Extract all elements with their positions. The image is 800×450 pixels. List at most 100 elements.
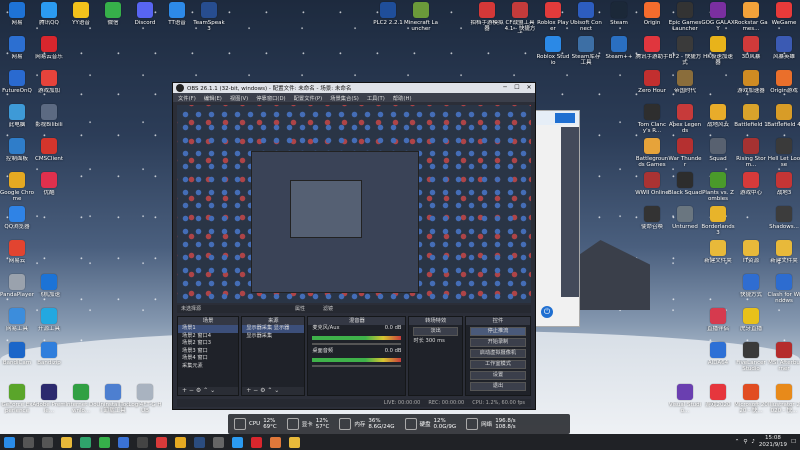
desktop-icon[interactable]: 网易工具 <box>0 308 34 332</box>
mixer-channel[interactable]: 麦克风/Aux 0.0 dB <box>308 325 405 345</box>
desktop-icon[interactable]: Discord <box>128 2 162 26</box>
obs-icon[interactable] <box>137 436 148 448</box>
desktop-icon[interactable]: QQ浏览器 <box>0 206 34 230</box>
desktop-icon[interactable]: 使命召唤 <box>635 206 669 230</box>
control-button[interactable]: 启动虚拟摄像机 <box>469 349 526 358</box>
control-button[interactable]: 工作室模式 <box>469 360 526 369</box>
desktop-icon[interactable]: 拍档手游模拟器 <box>470 2 504 32</box>
chevron-up-icon[interactable]: ⌃ <box>735 439 740 445</box>
search-icon[interactable] <box>23 436 34 448</box>
notification-icon[interactable]: ☐ <box>791 439 796 445</box>
mixer-dock[interactable]: 混音器 麦克风/Aux 0.0 dB 桌面音频 0.0 dB <box>307 316 407 396</box>
netease-icon[interactable] <box>156 436 167 448</box>
desktop-icon[interactable]: WeGame <box>767 2 800 26</box>
desktop-icon[interactable]: Unturned <box>668 206 702 230</box>
desktop-icon[interactable]: CMSClient <box>32 138 66 162</box>
desktop-icon[interactable]: MSI Afterburner <box>767 342 800 372</box>
power-icon[interactable]: ⏻ <box>541 306 553 318</box>
scene-item[interactable]: 场景2 窗口4 <box>178 333 238 341</box>
properties-button[interactable]: 属性 <box>295 305 305 313</box>
desktop-icon[interactable]: 虎牙直播 <box>734 308 768 332</box>
mixer-channel[interactable]: 桌面音频 0.0 dB <box>308 348 405 367</box>
desktop-icon[interactable]: Rising Storm... <box>734 138 768 168</box>
desktop-icon[interactable]: WWII Online <box>635 172 669 196</box>
obs-menu-item[interactable]: 场景集合(S) <box>330 94 359 102</box>
desktop-icon[interactable]: 网易云 <box>0 240 34 264</box>
volume-slider[interactable] <box>312 365 402 367</box>
obs-menu-item[interactable]: 配置文件(P) <box>294 94 323 102</box>
desktop-icon[interactable]: 战地3 <box>767 172 800 196</box>
desktop-icon[interactable]: TeamSpeak 3 <box>192 2 226 32</box>
desktop-icon[interactable]: BF2 - 快捷方式 <box>668 36 702 66</box>
background-window[interactable]: ⏻ <box>534 110 580 327</box>
obs-window[interactable]: OBS 26.1.1 (32-bit, windows) - 配置文件: 未命名… <box>172 82 536 410</box>
desktop-icon[interactable]: FiveLancer Studio <box>734 342 768 372</box>
explorer-icon[interactable] <box>61 436 72 448</box>
desktop-icon[interactable]: Google Chrome <box>0 172 34 202</box>
desktop-icon[interactable]: Steam库存工具 <box>569 36 603 66</box>
music-icon[interactable] <box>251 436 262 448</box>
desktop-icon[interactable]: UninstallTool 卸载工具 <box>96 384 130 414</box>
desktop-icon[interactable]: Hell Let Loose <box>767 138 800 168</box>
sources-dock-footer[interactable]: + − ⚙ ⌃ ⌄ <box>242 387 305 395</box>
edge-icon[interactable] <box>80 436 91 448</box>
desktop-icon[interactable]: Black Squad <box>668 172 702 196</box>
desktop-icon[interactable]: Battlegrounds Games <box>635 138 669 168</box>
desktop-icon[interactable]: Battlefield 4 <box>767 104 800 128</box>
desktop-icon[interactable]: 微信 <box>96 2 130 26</box>
steam-icon[interactable] <box>194 436 205 448</box>
desktop-icon[interactable]: 游戏加加 <box>32 70 66 94</box>
minimize-icon[interactable]: ─ <box>499 83 511 93</box>
wechat-icon[interactable] <box>99 436 110 448</box>
desktop-icon[interactable]: GOG GALAXY <box>701 2 735 32</box>
desktop-icon[interactable]: Roblox Studio <box>536 36 570 66</box>
scene-item[interactable]: 场景4 窗口 <box>178 355 238 363</box>
store-icon[interactable] <box>118 436 129 448</box>
desktop-icon[interactable]: 直播伴侣 <box>701 308 735 332</box>
clock[interactable]: 15:08 2021/9/19 <box>759 435 787 448</box>
windows-start-icon[interactable] <box>4 436 15 448</box>
qq-icon[interactable] <box>232 436 243 448</box>
desktop-icon[interactable]: AIDA64 <box>701 342 735 366</box>
volume-icon[interactable]: ♪ <box>751 439 755 445</box>
desktop-icon[interactable]: Plants vs. Zombies <box>701 172 735 202</box>
desktop-icon[interactable]: IT资源 <box>734 240 768 264</box>
filters-button[interactable]: 滤镜 <box>323 305 333 313</box>
desktop-icon[interactable]: Clash for Windows <box>767 274 800 304</box>
desktop-icon[interactable]: 网易云音乐 <box>32 36 66 60</box>
close-icon[interactable]: ✕ <box>523 83 535 93</box>
obs-menu-item[interactable]: 编辑(E) <box>204 94 222 102</box>
source-item[interactable]: 显示器采集 <box>242 333 304 341</box>
desktop-icon[interactable]: YY语音 <box>64 2 98 26</box>
desktop-icon[interactable]: Adobe Premie... <box>32 384 66 414</box>
desktop-icon[interactable]: Roblox Player <box>536 2 570 32</box>
desktop-icon[interactable]: TT语音 <box>160 2 194 26</box>
desktop-icon[interactable]: 优酷 <box>32 172 66 196</box>
desktop-icon[interactable]: Steam <box>602 2 636 26</box>
desktop-icon[interactable]: Zero Hour <box>635 70 669 94</box>
desktop-icon[interactable]: War Thunder <box>668 138 702 168</box>
desktop-icon[interactable]: Origin游戏 <box>767 70 800 94</box>
game-icon[interactable] <box>270 436 281 448</box>
desktop-icon[interactable]: Illustrator 2020 - 快... <box>767 384 800 414</box>
desktop-icon[interactable]: CF战盟工具 4.1 - 快捷方式 <box>503 2 537 33</box>
desktop-icon[interactable]: 游戏2020 <box>701 384 735 408</box>
obs-menu-item[interactable]: 帮助(H) <box>393 94 412 102</box>
desktop-icon[interactable]: Visual Studio... <box>668 384 702 414</box>
desktop-icon[interactable]: Battlefield 1 <box>734 104 768 128</box>
taskview-icon[interactable] <box>42 436 53 448</box>
network-icon[interactable]: ⚲ <box>743 439 747 445</box>
background-window-titlebar[interactable] <box>535 111 579 125</box>
scene-item[interactable]: 场景3 窗口 <box>178 348 238 356</box>
desktop-icon[interactable]: 腾讯手游助手 <box>635 36 669 60</box>
desktop-icon[interactable]: 网易 <box>0 36 34 60</box>
obs-menu-item[interactable]: 工具(T) <box>367 94 385 102</box>
desktop-icon[interactable]: 新建文件夹 <box>767 240 800 264</box>
transition-select[interactable]: 淡出 <box>413 327 458 336</box>
desktop-icon[interactable]: Steam++ <box>602 36 636 60</box>
desktop-icon[interactable]: Minecraft Launcher <box>404 2 438 32</box>
sources-dock[interactable]: 来源 显示器采集 显示器 显示器采集 + − ⚙ ⌃ ⌄ <box>241 316 306 396</box>
desktop-icon[interactable]: HK极速加速器 <box>701 36 735 66</box>
transition-duration[interactable]: 时长 300 ms <box>409 338 461 346</box>
desktop-icon[interactable]: 游戏中心 <box>734 172 768 196</box>
